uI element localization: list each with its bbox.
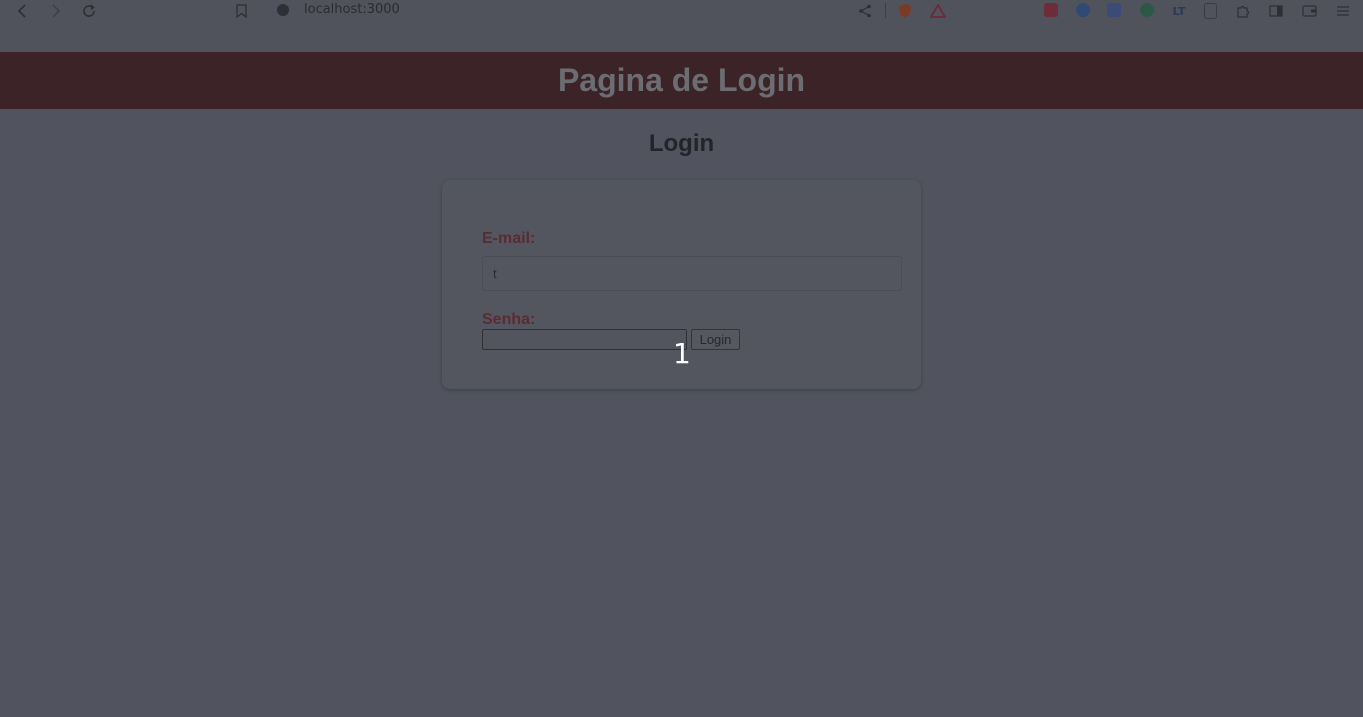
forward-arrow-icon[interactable] [49,0,63,22]
login-button[interactable]: Login [691,329,740,350]
languagetool-icon[interactable]: LT [1171,0,1187,22]
page-title: Login [648,130,715,157]
menu-icon[interactable] [1335,0,1351,22]
email-field[interactable] [482,256,902,291]
reload-icon[interactable] [81,0,97,22]
wallet-icon[interactable] [1301,0,1317,22]
sidebar-icon[interactable] [1268,0,1284,22]
ext-blue-globe-icon[interactable] [1076,3,1090,17]
email-label: E-mail: [482,230,536,247]
header-title: Pagina de Login [557,62,806,98]
page-icon[interactable] [1204,3,1217,19]
password-label: Senha: [482,311,536,328]
triangle-alert-icon[interactable] [930,0,946,22]
ext-red-icon[interactable] [1044,3,1058,17]
translate-icon[interactable] [1107,3,1121,17]
browser-toolbar: localhost:3000 LT [0,0,1363,52]
share-icon[interactable] [857,0,873,22]
bookmark-icon[interactable] [234,0,248,22]
info-icon[interactable] [277,4,289,16]
puzzle-icon[interactable] [1235,0,1251,22]
password-field[interactable] [482,329,687,350]
brave-shield-icon[interactable] [897,0,913,22]
toolbar-separator [885,3,886,18]
step-number-marker: 1 [673,337,691,370]
app-header: Pagina de Login [0,52,1363,109]
url-bar-text[interactable]: localhost:3000 [304,2,400,17]
back-arrow-icon[interactable] [15,0,29,22]
grammarly-icon[interactable] [1140,3,1154,17]
